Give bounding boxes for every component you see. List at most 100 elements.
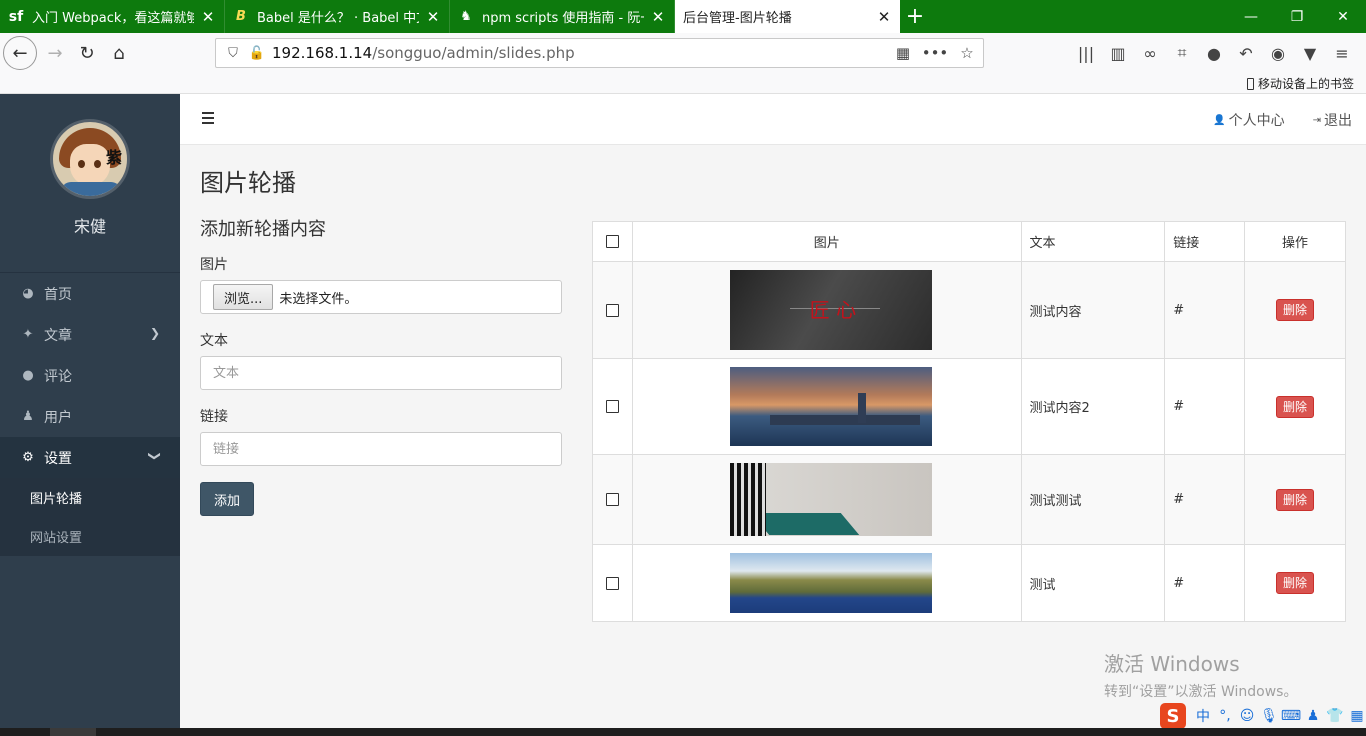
emoji-icon[interactable]: ☺ — [1236, 708, 1258, 724]
profile-link[interactable]: 👤 个人中心 — [1213, 110, 1284, 130]
taskbar-item[interactable] — [50, 728, 96, 736]
browser-tab-bar: sf 入门 Webpack，看这篇就够了 ✕ B Babel 是什么？ · Ba… — [0, 0, 1366, 33]
sidebar-item-slides[interactable]: 图片轮播 — [0, 478, 180, 517]
settings-submenu: 图片轮播 网站设置 — [0, 478, 180, 556]
row-link-cell: # — [1164, 358, 1246, 455]
row-text-cell: 测试测试 — [1020, 454, 1166, 545]
close-window-icon[interactable]: ✕ — [1320, 0, 1366, 33]
sogou-logo-icon[interactable]: S — [1160, 703, 1186, 729]
crop-screenshot-icon[interactable]: ⌗ — [1166, 43, 1198, 63]
restore-icon[interactable]: ❐ — [1274, 0, 1320, 33]
watermark-subtitle: 转到“设置”以激活 Windows。 — [1104, 684, 1298, 700]
shield-icon[interactable]: ⛉ — [224, 46, 242, 61]
sidebar-item-label: 用户 — [44, 409, 72, 426]
qr-code-icon[interactable]: ▦ — [887, 44, 919, 62]
sidebar-item-settings[interactable]: ⚙ 设置 ❯ — [0, 437, 180, 478]
table-row: 匠 心 测试内容 # 删除 — [592, 261, 1346, 359]
logout-link[interactable]: ⇥ 退出 — [1313, 110, 1352, 130]
account-icon[interactable]: ◉ — [1262, 44, 1294, 63]
skin-icon[interactable]: 👕 — [1324, 708, 1346, 724]
ime-mode[interactable]: 中 — [1192, 706, 1214, 726]
mobile-bookmarks-link[interactable]: 移动设备上的书签 — [1246, 75, 1354, 92]
thumb-caption: 匠 心 — [809, 298, 857, 322]
image-file-input[interactable]: 浏览... 未选择文件。 — [200, 280, 562, 314]
sidebar-item-articles[interactable]: ✦ 文章 ❯ — [0, 314, 180, 355]
mask-icon[interactable]: ∞ — [1134, 44, 1166, 63]
row-checkbox[interactable] — [605, 303, 619, 317]
delete-button[interactable]: 删除 — [1276, 572, 1315, 594]
users-icon: ♟ — [22, 409, 34, 424]
column-header-image: 图片 — [631, 221, 1022, 262]
row-checkbox[interactable] — [605, 493, 619, 506]
reload-icon[interactable]: ↻ — [71, 37, 103, 69]
tab-close-icon[interactable]: ✕ — [650, 8, 666, 26]
browse-button[interactable]: 浏览... — [213, 284, 274, 310]
link-input[interactable] — [200, 432, 562, 466]
delete-button[interactable]: 删除 — [1276, 299, 1315, 321]
vpn-icon[interactable]: ▼ — [1294, 44, 1326, 63]
user-profile: 紫 宋健 — [0, 94, 180, 272]
library-icon[interactable]: ||| — [1070, 44, 1102, 63]
select-all-checkbox[interactable] — [605, 235, 619, 248]
watermark-title: 激活 Windows — [1104, 652, 1240, 676]
row-checkbox[interactable] — [605, 400, 619, 413]
home-icon[interactable]: ⌂ — [103, 37, 135, 69]
comments-icon: ● — [22, 368, 34, 383]
tab-close-icon[interactable]: ✕ — [425, 8, 441, 26]
row-image-cell — [631, 544, 1022, 622]
back-icon[interactable]: ← — [3, 36, 37, 70]
hamburger-menu-icon[interactable] — [202, 112, 214, 124]
punctuation-icon[interactable]: °, — [1214, 708, 1236, 724]
browser-tab-webpack[interactable]: sf 入门 Webpack，看这篇就够了 ✕ — [0, 0, 225, 33]
slide-thumbnail — [729, 367, 932, 446]
app-menu-icon[interactable]: ≡ — [1326, 44, 1358, 63]
row-select-cell — [592, 358, 633, 455]
tab-close-icon[interactable]: ✕ — [200, 8, 216, 26]
sidebar-item-comments[interactable]: ● 评论 — [0, 355, 180, 396]
main-content: 图片轮播 添加新轮播内容 图片 浏览... 未选择文件。 文本 链接 添加 图片… — [180, 145, 1366, 728]
row-checkbox[interactable] — [605, 576, 619, 590]
sidebar-toggle-icon[interactable]: ▥ — [1102, 44, 1134, 63]
topbar-links: 👤 个人中心 ⇥ 退出 — [1185, 110, 1352, 130]
delete-button[interactable]: 删除 — [1276, 488, 1315, 511]
avatar[interactable]: 紫 — [50, 119, 130, 199]
browser-tab-npm-scripts[interactable]: ♞ npm scripts 使用指南 - 阮一峰 ✕ — [450, 0, 675, 33]
windows-activation-watermark: 激活 Windows 转到“设置”以激活 Windows。 — [1104, 648, 1297, 701]
sidebar-item-label: 首页 — [44, 286, 72, 303]
admin-topbar: 👤 个人中心 ⇥ 退出 — [180, 94, 1366, 145]
browser-tab-slides[interactable]: 后台管理-图片轮播 ✕ — [675, 0, 900, 33]
toolbox-icon[interactable]: ▦ — [1346, 708, 1366, 724]
column-header-link: 链接 — [1164, 221, 1246, 262]
add-button[interactable]: 添加 — [200, 482, 254, 516]
sidebar-item-site-settings[interactable]: 网站设置 — [0, 517, 180, 556]
bookmark-bar: 移动设备上的书签 — [0, 73, 1366, 94]
ime-toolbar: S 中 °, ☺ 🎙 ⌨ ♟ 👕 ▦ — [1160, 703, 1366, 729]
browser-tab-babel[interactable]: B Babel 是什么？ · Babel 中文网 ✕ — [225, 0, 450, 33]
user-name: 宋健 — [73, 217, 106, 236]
microphone-icon[interactable]: 🎙 — [1258, 708, 1280, 724]
chat-icon[interactable]: ● — [1198, 44, 1230, 63]
insecure-lock-icon[interactable]: 🔓 — [248, 46, 266, 61]
row-actions-cell: 删除 — [1244, 544, 1346, 622]
url-bar[interactable]: ⛉ 🔓 192.168.1.14 /songguo/admin/slides.p… — [215, 38, 984, 68]
bookmark-star-icon[interactable]: ☆ — [951, 44, 983, 62]
row-text-cell: 测试内容2 — [1020, 358, 1166, 455]
sidebar-item-home[interactable]: ◕ 首页 — [0, 273, 180, 314]
page-actions-icon[interactable]: ••• — [919, 44, 951, 62]
forward-icon[interactable]: → — [39, 37, 71, 69]
tab-close-icon[interactable]: ✕ — [876, 8, 892, 26]
text-input[interactable] — [200, 356, 562, 390]
undo-icon[interactable]: ↶ — [1230, 44, 1262, 63]
toolbar-right: ||| ▥ ∞ ⌗ ● ↶ ◉ ▼ ≡ — [1070, 33, 1358, 73]
user-center-icon[interactable]: ♟ — [1302, 708, 1324, 724]
row-actions-cell: 删除 — [1244, 454, 1346, 545]
delete-button[interactable]: 删除 — [1276, 395, 1315, 418]
keyboard-icon[interactable]: ⌨ — [1280, 708, 1302, 724]
column-header-actions: 操作 — [1244, 221, 1346, 262]
sidebar-item-users[interactable]: ♟ 用户 — [0, 396, 180, 437]
minimize-icon[interactable]: — — [1228, 0, 1274, 33]
phone-icon — [1246, 77, 1254, 90]
sidebar-item-label: 文章 — [44, 327, 72, 344]
new-tab-button[interactable]: + — [900, 0, 930, 33]
slide-thumbnail — [729, 463, 932, 536]
